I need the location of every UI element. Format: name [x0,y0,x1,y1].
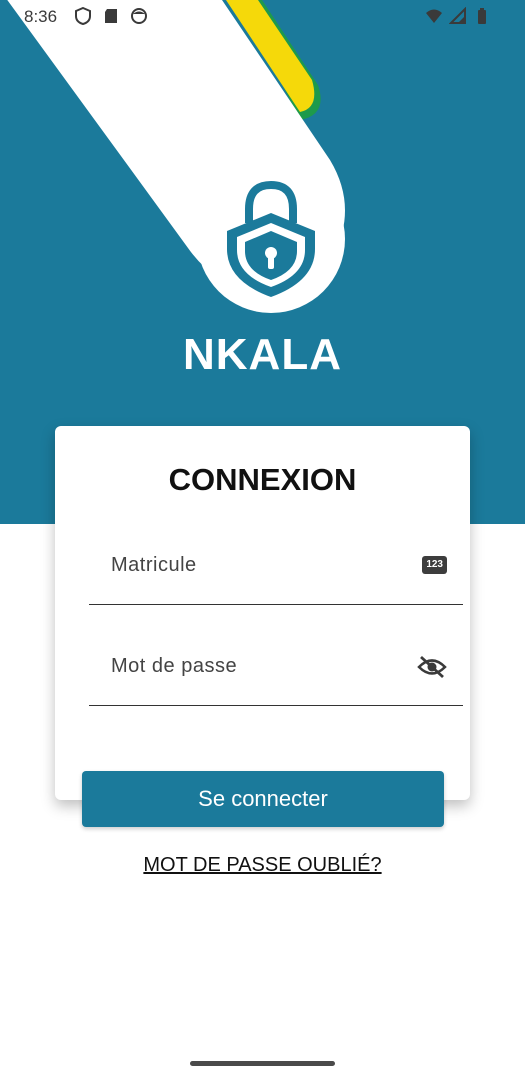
shield-icon [75,7,91,25]
app-logo [197,165,345,313]
login-button[interactable]: Se connecter [82,771,444,827]
battery-icon [478,8,486,24]
sd-card-icon [105,9,117,23]
wifi-icon [426,9,442,23]
app-name: NKALA [183,330,342,379]
signal-icon [449,7,466,24]
padlock-shield-icon [227,180,315,297]
eye-off-icon[interactable] [417,655,447,684]
password-label: Mot de passe [111,655,238,677]
forgot-password-link[interactable]: MOT DE PASSE OUBLIÉ? [0,854,525,877]
numeric-keypad-icon: 123 [422,554,447,574]
matricule-label: Matricule [111,554,197,576]
face-icon [131,8,147,24]
password-field[interactable]: Mot de passe [89,645,463,706]
status-bar: 8:36 [0,0,525,34]
gesture-nav-handle[interactable] [190,1061,335,1066]
status-time: 8:36 [24,7,58,26]
matricule-field[interactable]: Matricule 123 [89,544,463,605]
login-title: CONNEXION [168,462,357,497]
login-card: CONNEXION Matricule 123 Mot de passe [55,426,470,800]
